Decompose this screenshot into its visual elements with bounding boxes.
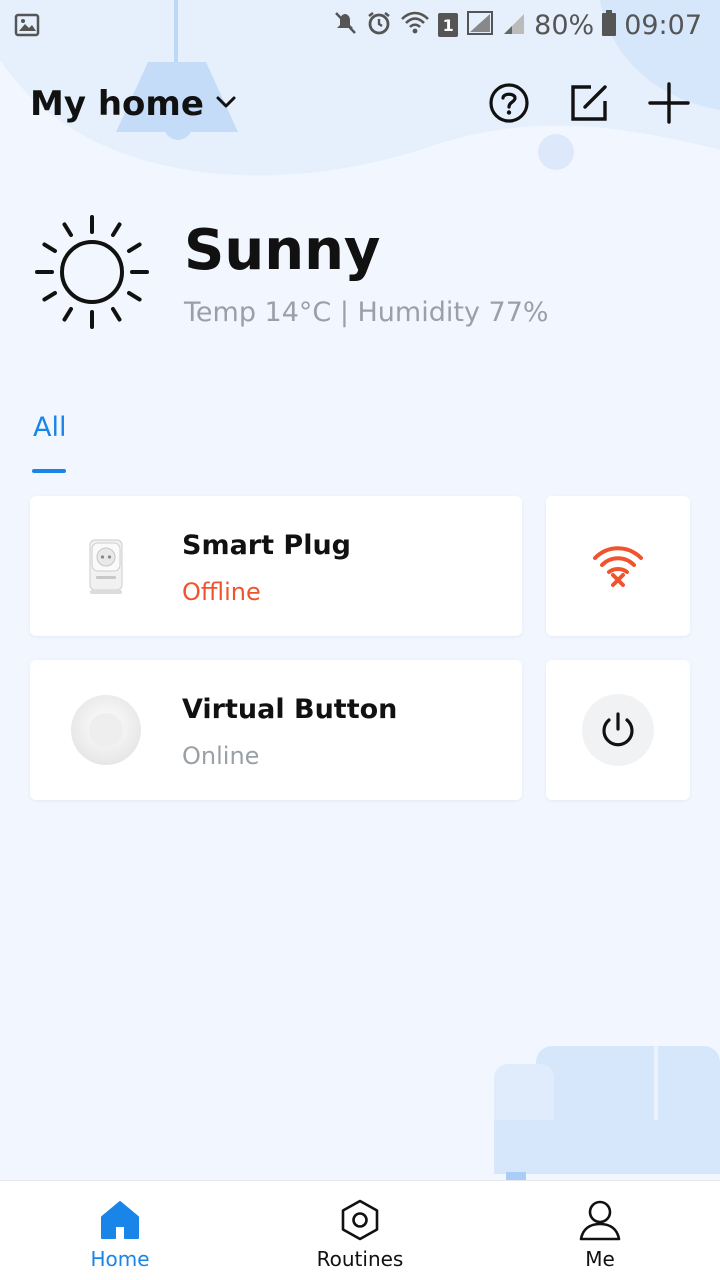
nav-item-routines[interactable]: Routines [240, 1181, 480, 1280]
weather-details: Temp 14°C | Humidity 77% [184, 297, 549, 328]
smart-plug-image [89, 539, 123, 594]
device-status: Offline [182, 578, 261, 606]
home-name: My home [30, 84, 204, 124]
edit-icon [571, 85, 607, 121]
wifi-offline-icon [593, 546, 643, 587]
device-card-smart-plug[interactable]: Smart Plug Offline [30, 496, 522, 636]
device-name: Smart Plug [182, 530, 352, 561]
sun-icon [35, 215, 149, 329]
wifi-icon [400, 10, 430, 40]
device-name: Virtual Button [182, 694, 398, 725]
nav-label-home: Home [90, 1247, 150, 1271]
signal-weak-icon [502, 10, 526, 40]
signal-icon [466, 10, 494, 40]
bottom-navigation: Home Routines Me [0, 1180, 720, 1280]
gallery-notification-icon [14, 12, 40, 42]
battery-icon [602, 10, 617, 40]
edit-button[interactable] [566, 80, 612, 126]
help-icon [489, 83, 529, 123]
sim-badge: 1 [438, 13, 459, 37]
add-icon [648, 82, 690, 124]
help-button[interactable] [486, 80, 532, 126]
nav-item-me[interactable]: Me [480, 1181, 720, 1280]
device-status: Online [182, 742, 260, 770]
chevron-down-icon [214, 90, 238, 118]
clock: 09:07 [624, 9, 702, 41]
status-bar: 1 80% 09:07 [0, 0, 720, 50]
nav-label-me: Me [585, 1247, 615, 1271]
power-icon [582, 694, 654, 766]
add-button[interactable] [646, 80, 692, 126]
virtual-button-power-button[interactable] [546, 660, 690, 800]
background-illustration [0, 0, 720, 1180]
user-icon [577, 1197, 623, 1243]
mute-icon [332, 10, 358, 40]
home-selector[interactable]: My home [30, 78, 238, 130]
virtual-button-image [71, 695, 141, 765]
tab-all[interactable]: All [33, 412, 66, 443]
tab-active-indicator [32, 469, 66, 473]
battery-percent: 80% [534, 9, 595, 41]
alarm-icon [366, 10, 392, 40]
device-card-virtual-button[interactable]: Virtual Button Online [30, 660, 522, 800]
routines-icon [337, 1197, 383, 1243]
nav-label-routines: Routines [316, 1247, 404, 1271]
weather-condition: Sunny [184, 218, 381, 283]
nav-item-home[interactable]: Home [0, 1181, 240, 1280]
home-icon [97, 1197, 143, 1243]
smart-plug-action-button[interactable] [546, 496, 690, 636]
